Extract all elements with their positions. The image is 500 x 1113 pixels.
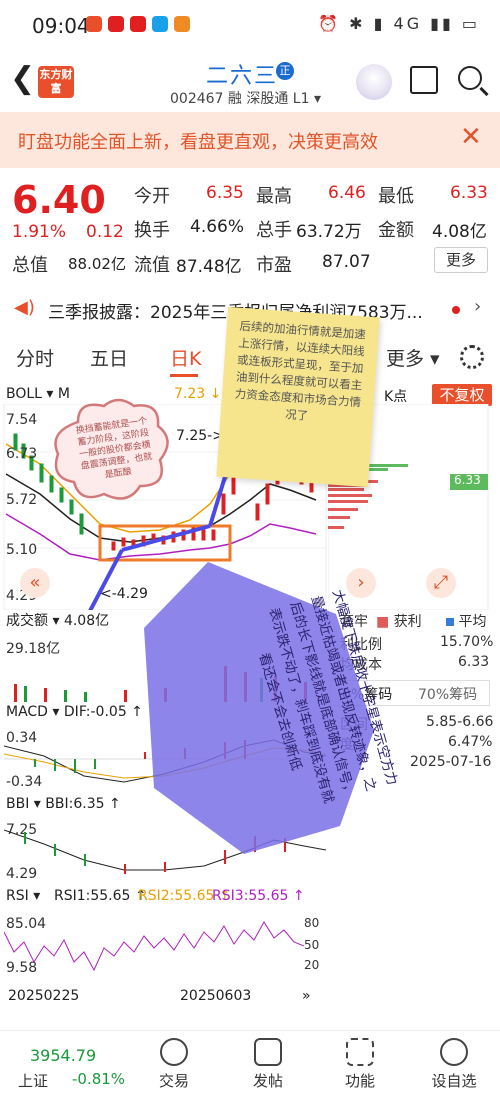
expand-icon[interactable]: ⤢ xyxy=(426,568,456,598)
rsi1-value: RSI1:55.65 ↑ xyxy=(54,888,147,904)
boll-upper-value: 7.23 ↓ xyxy=(174,386,222,402)
y-axis-3: 5.72 xyxy=(6,492,38,508)
high-marker: 7.25-> xyxy=(176,428,224,444)
scroll-left-icon[interactable]: « xyxy=(20,568,50,598)
search-icon[interactable] xyxy=(458,66,482,90)
add-watchlist-icon[interactable] xyxy=(440,1038,468,1066)
app-logo: 东方财富 xyxy=(38,66,74,98)
status-signal: ⏰ ✱ ▮ 4G ▮▮ ▭ xyxy=(318,14,480,33)
share-icon[interactable] xyxy=(410,66,438,94)
app-icon xyxy=(108,16,124,32)
profit-ratio-value: 15.70% xyxy=(440,634,494,650)
index-name[interactable]: 上证 xyxy=(18,1070,48,1091)
macd-selector[interactable]: MACD ▾ DIF:-0.05 ↑ xyxy=(6,704,143,720)
amount-label: 金额 xyxy=(378,220,414,241)
chevron-right-icon[interactable]: » xyxy=(302,988,311,1004)
amount-value: 4.08亿 xyxy=(432,222,487,242)
pe-label: 市盈 xyxy=(256,255,292,276)
k-point-toggle[interactable]: K点 xyxy=(384,386,407,406)
nav-add-watchlist[interactable]: 设自选 xyxy=(424,1070,484,1091)
y-axis-4: 5.10 xyxy=(6,542,38,558)
high-label: 最高 xyxy=(256,186,292,207)
adjust-button[interactable]: 不复权 xyxy=(432,384,492,406)
rsi-selector[interactable]: RSI ▾ xyxy=(6,888,40,904)
nav-function[interactable]: 功能 xyxy=(330,1070,390,1091)
chip-date: 2025-07-16 xyxy=(410,754,492,770)
price-tag: 6.33 xyxy=(454,473,481,487)
tab-indicator xyxy=(170,374,198,377)
turnover-label: 换手 xyxy=(134,220,170,241)
open-label: 今开 xyxy=(134,186,170,207)
stock-name: 二六三 xyxy=(206,64,279,89)
rsi-r3: 20 xyxy=(304,958,320,972)
bbi-selector[interactable]: BBI ▾ BBI:6.35 ↑ xyxy=(6,796,121,812)
tab-five-day[interactable]: 五日 xyxy=(90,344,128,371)
app-icon xyxy=(130,16,146,32)
legend-average: 平均 xyxy=(446,611,486,631)
app-icon xyxy=(174,16,190,32)
chevron-right-icon[interactable]: › xyxy=(474,296,481,317)
volume-selector[interactable]: 成交额 ▾ 4.08亿 xyxy=(6,610,109,630)
turnover-value: 4.66% xyxy=(190,217,245,237)
volume-value: 63.72万 xyxy=(296,222,362,242)
float-cap-value: 87.48亿 xyxy=(176,257,242,277)
rsi-r2: 50 xyxy=(304,938,320,952)
open-value: 6.35 xyxy=(206,183,244,203)
tab-timeshare[interactable]: 分时 xyxy=(16,344,54,371)
range-value: 5.85-6.66 xyxy=(426,714,494,730)
date-mid: 20250603 xyxy=(180,988,252,1004)
stock-code[interactable]: 002467 融 深股通 L1 ▾ xyxy=(170,88,321,108)
nav-post[interactable]: 发帖 xyxy=(238,1070,298,1091)
speaker-icon: ◀) xyxy=(14,297,35,318)
date-start: 20250225 xyxy=(8,988,80,1004)
pe-value: 87.07 xyxy=(322,252,371,272)
volume-y-axis: 29.18亿 xyxy=(6,641,61,657)
banner-text: 盯盘功能全面上新，看盘更直观，决策更高效 xyxy=(18,132,378,153)
gear-icon[interactable] xyxy=(460,345,484,369)
trade-icon[interactable] xyxy=(160,1038,188,1066)
close-icon[interactable]: ✕ xyxy=(460,124,482,150)
tab-daily-k[interactable]: 日K xyxy=(170,344,201,371)
change-percent: 1.91% xyxy=(12,222,67,242)
y-axis-2: 6.73 xyxy=(6,446,38,462)
rsi-r1: 80 xyxy=(304,916,320,930)
y-axis-top: 7.54 xyxy=(6,412,38,428)
app-icon xyxy=(86,16,102,32)
function-icon[interactable] xyxy=(346,1038,374,1066)
unread-dot xyxy=(452,306,460,314)
concentration-value: 6.47% xyxy=(448,734,493,750)
low-label: 最低 xyxy=(378,186,414,207)
float-cap-label: 流值 xyxy=(134,255,170,276)
avg-cost-value: 6.33 xyxy=(458,654,490,670)
tab-more[interactable]: 更多 ▾ xyxy=(386,344,440,371)
status-app-icons xyxy=(86,16,190,32)
legend-profit: ■ 获利 xyxy=(376,614,422,630)
high-value: 6.46 xyxy=(328,183,366,203)
market-cap-label: 总值 xyxy=(12,255,48,276)
cloud-text: 换挡蓄能就是一个蓄力阶段，这阶段一般的股价都会横盘震荡调整，也就是酝酿 xyxy=(75,416,154,481)
ai-assistant-icon[interactable] xyxy=(356,64,392,100)
post-icon[interactable] xyxy=(254,1038,282,1066)
app-icon xyxy=(152,16,168,32)
tab-70-chips[interactable]: 70%筹码 xyxy=(418,684,477,704)
change-amount: 0.12 xyxy=(86,222,124,242)
more-button[interactable]: 更多 xyxy=(434,247,488,273)
back-icon[interactable]: ❮ xyxy=(10,64,35,94)
rsi3-value: RSI3:55.65 ↑ xyxy=(212,888,305,904)
index-change[interactable]: -0.81% xyxy=(72,1070,125,1088)
rsi-chart[interactable] xyxy=(4,912,304,982)
index-value[interactable]: 3954.79 xyxy=(30,1046,96,1065)
sticky-note: 后续的加油行情就是加速上涨行情，以连续大阳线或连板形式呈现，至于加油到什么程度就… xyxy=(216,306,380,488)
volume-label: 总手 xyxy=(256,220,292,241)
stock-badge: 正 xyxy=(276,62,294,80)
nav-trade[interactable]: 交易 xyxy=(144,1070,204,1091)
current-price: 6.40 xyxy=(12,178,106,222)
market-cap-value: 88.02亿 xyxy=(68,255,126,273)
status-time: 09:04 xyxy=(32,14,90,38)
low-value: 6.33 xyxy=(450,183,488,203)
